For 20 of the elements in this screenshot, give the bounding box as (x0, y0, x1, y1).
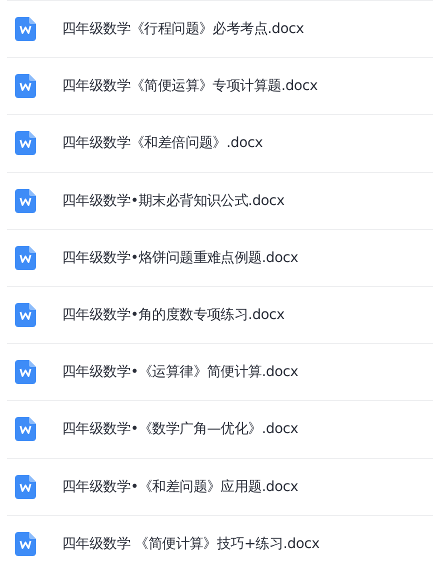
file-name[interactable]: 四年级数学《和差倍问题》.docx (62, 134, 263, 152)
word-document-icon (15, 188, 36, 213)
word-document-icon (15, 360, 36, 384)
word-document-icon (15, 131, 36, 156)
word-document-icon (15, 303, 36, 328)
file-name[interactable]: 四年级数学《简便运算》专项计算题.docx (62, 77, 318, 96)
word-document-icon (15, 17, 36, 42)
file-name[interactable]: 四年级数学《行程问题》必考考点.docx (62, 20, 304, 38)
word-document-icon (15, 246, 36, 270)
file-name[interactable]: 四年级数学•角的度数专项练习.docx (62, 306, 284, 324)
file-name[interactable]: 四年级数学•《和差问题》应用题.docx (62, 478, 298, 496)
file-name[interactable]: 四年级数学•《运算律》简便计算.docx (62, 363, 298, 382)
file-name[interactable]: 四年级数学 《简便计算》技巧+练习.docx (62, 534, 320, 553)
file-name[interactable]: 四年级数学•烙饼问题重难点例题.docx (62, 248, 298, 267)
file-name[interactable]: 四年级数学•《数学广角—优化》.docx (62, 420, 298, 438)
file-name[interactable]: 四年级数学•期末必背知识公式.docx (62, 192, 284, 210)
word-document-icon (15, 74, 36, 98)
word-document-icon (15, 417, 36, 442)
word-document-icon (15, 532, 36, 556)
word-document-icon (15, 474, 36, 499)
